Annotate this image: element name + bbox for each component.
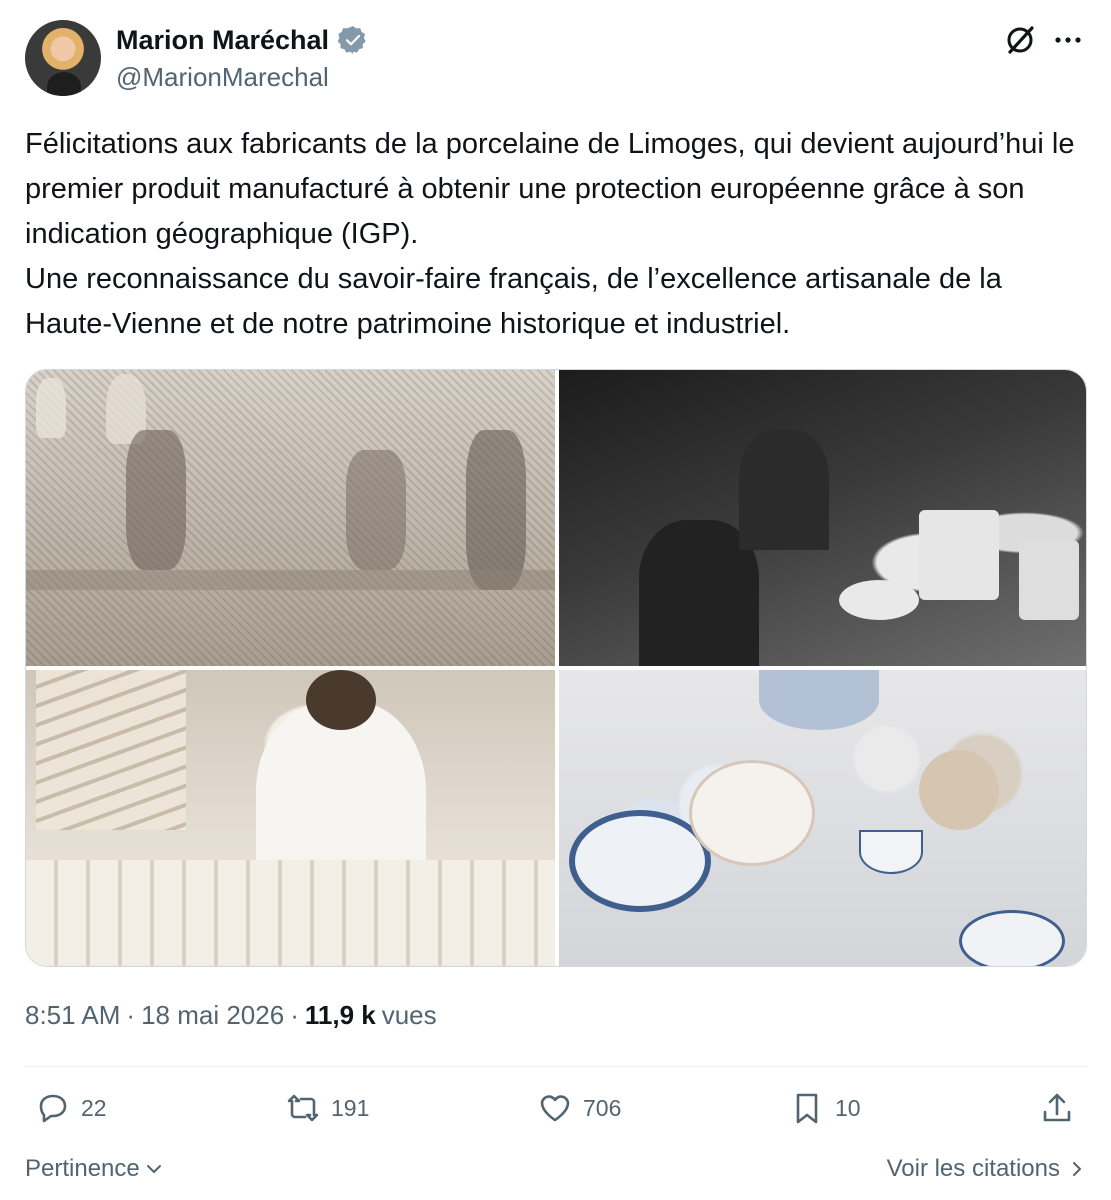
author-name[interactable]: Marion Maréchal (116, 25, 329, 56)
reply-button[interactable]: 22 (35, 1090, 107, 1126)
bookmark-icon (789, 1090, 825, 1126)
sort-label: Pertinence (25, 1155, 140, 1182)
share-button[interactable] (1039, 1090, 1075, 1126)
repost-count: 191 (331, 1094, 370, 1121)
reply-count: 22 (81, 1094, 107, 1121)
repost-icon (285, 1090, 321, 1126)
photo-porcelain-tableware-collection-image[interactable] (559, 670, 1086, 966)
tweet-time[interactable]: 8:51 AM (25, 1000, 120, 1031)
media-grid (25, 369, 1087, 967)
author-handle[interactable]: @MarionMarechal (116, 62, 329, 93)
repost-button[interactable]: 191 (285, 1090, 369, 1126)
photo-workers-painting-plates-image[interactable] (559, 370, 1086, 666)
views-label: vues (381, 1000, 437, 1030)
view-quotes-link[interactable]: Voir les citations (887, 1155, 1086, 1183)
verified-badge-icon (337, 26, 366, 54)
chevron-down-icon (144, 1159, 164, 1179)
like-count: 706 (583, 1094, 622, 1121)
share-icon (1039, 1090, 1075, 1126)
like-button[interactable]: 706 (537, 1090, 621, 1126)
bookmark-button[interactable]: 10 (789, 1090, 861, 1126)
meta-separator: · (290, 1000, 299, 1030)
avatar[interactable] (25, 20, 101, 96)
chevron-right-icon (1068, 1159, 1086, 1179)
meta-separator: · (126, 1000, 136, 1030)
tweet-date[interactable]: 18 mai 2026 (141, 1000, 284, 1031)
photo-woman-handling-porcelain-image[interactable] (26, 670, 555, 966)
quotes-label: Voir les citations (886, 1155, 1060, 1182)
grok-icon[interactable] (1002, 22, 1038, 58)
divider (25, 1066, 1087, 1067)
reply-icon (35, 1090, 71, 1126)
views-count: 11,9 k (304, 1000, 376, 1030)
tweet-metadata: 8:51 AM · 18 mai 2026 · 11,9 k vues (25, 1000, 437, 1031)
heart-icon (537, 1090, 573, 1126)
more-icon[interactable] (1050, 22, 1086, 58)
author-row: Marion Maréchal (116, 24, 369, 56)
tweet-header: Marion Maréchal @MarionMarechal (25, 20, 1090, 100)
sort-dropdown[interactable]: Pertinence (25, 1155, 164, 1183)
bookmark-count: 10 (835, 1094, 861, 1121)
tweet-text: Félicitations aux fabricants de la porce… (25, 128, 1075, 340)
engraving-porcelain-workshop-image[interactable] (26, 370, 555, 666)
action-bar: 22 191 706 10 (25, 1090, 1087, 1134)
